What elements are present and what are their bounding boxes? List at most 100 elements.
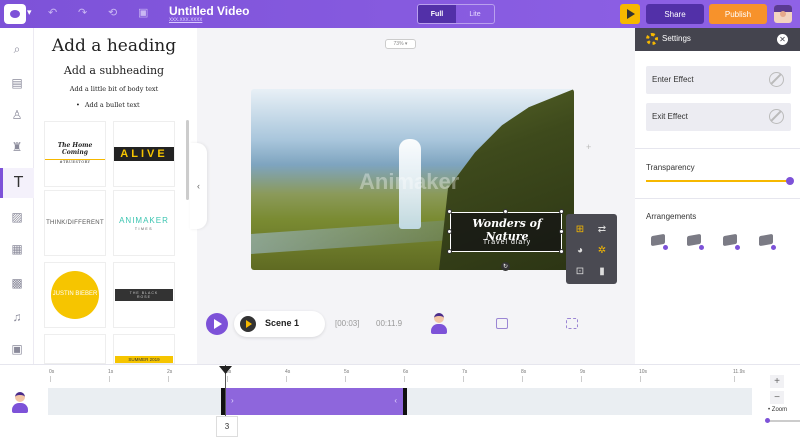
- undo-icon[interactable]: ↶: [48, 6, 57, 19]
- timeline-clip[interactable]: › ‹: [221, 388, 407, 415]
- ruler-tick: [640, 376, 641, 382]
- text-template-alive[interactable]: ALIVE: [113, 121, 175, 187]
- exit-effect-label: Exit Effect: [652, 112, 688, 121]
- text-template-home-coming[interactable]: The Home Coming #TRUESTORY: [44, 121, 106, 187]
- text-template-black-rose[interactable]: THE BLACK ROSE: [113, 262, 175, 328]
- palette-icon[interactable]: ◕: [573, 243, 587, 257]
- resize-handle[interactable]: [447, 249, 452, 254]
- template-text: THINK/DIFFERENT: [46, 220, 104, 226]
- ruler-tick-label: 8s: [521, 369, 527, 375]
- delete-icon[interactable]: ▮: [595, 264, 609, 278]
- zoom-out-button[interactable]: −: [770, 391, 784, 404]
- history-icon[interactable]: ⟲: [108, 6, 117, 19]
- settings-header: Settings ✕: [635, 28, 800, 51]
- top-bar: ▾ ↶ ↷ ⟲ ▣ Untitled Video xxx.xxx.xxxx Fu…: [0, 0, 800, 28]
- template-subtext: TIMES: [134, 226, 154, 231]
- video-title[interactable]: Untitled Video: [169, 4, 249, 18]
- transparency-slider[interactable]: [646, 180, 791, 182]
- ruler-tick-label: 0s: [49, 369, 55, 375]
- animaker-logo[interactable]: [4, 4, 26, 24]
- fit-screen-icon[interactable]: [566, 318, 578, 329]
- add-bullet-item[interactable]: Add a bullet text: [76, 101, 140, 109]
- ruler-tick: [734, 376, 735, 382]
- exit-effect-row[interactable]: Exit Effect: [646, 103, 791, 131]
- mode-lite-button[interactable]: Lite: [456, 5, 494, 23]
- text-template-partial[interactable]: [44, 334, 106, 364]
- scene-duration: 00:11.9: [376, 319, 403, 328]
- zoom-in-button[interactable]: +: [770, 375, 784, 388]
- add-heading-item[interactable]: Add a heading: [34, 36, 194, 56]
- text-template-yellow-banner[interactable]: SUMMER 2019: [113, 334, 175, 364]
- transparency-slider-knob[interactable]: [786, 177, 794, 185]
- enter-effect-row[interactable]: Enter Effect: [646, 66, 791, 94]
- text-template-animaker[interactable]: ANIMAKER TIMES: [113, 190, 175, 256]
- music-icon[interactable]: ♫: [0, 302, 34, 332]
- ruler-tick: [50, 376, 51, 382]
- character-icon[interactable]: ♙: [0, 100, 34, 130]
- mode-toggle: Full Lite: [417, 4, 495, 24]
- templates-icon[interactable]: ▤: [0, 68, 34, 98]
- lock-icon[interactable]: ⊡: [573, 264, 587, 278]
- publish-button[interactable]: Publish: [709, 4, 767, 24]
- no-effect-icon[interactable]: [769, 72, 784, 87]
- video-icon[interactable]: ▣: [0, 334, 34, 364]
- text-template-think-different[interactable]: THINK/DIFFERENT: [44, 190, 106, 256]
- share-button[interactable]: Share: [646, 4, 704, 24]
- scene-play-icon[interactable]: [240, 316, 256, 332]
- resize-handle[interactable]: [559, 229, 564, 234]
- panel-scrollbar[interactable]: [186, 120, 189, 200]
- search-icon[interactable]: ⌕: [0, 34, 34, 64]
- user-avatar[interactable]: [774, 5, 792, 23]
- text-overlay[interactable]: Wonders of Nature Travel diary: [450, 212, 562, 252]
- scene-transition-icon[interactable]: [496, 318, 508, 329]
- resize-handle[interactable]: [559, 209, 564, 214]
- properties-icon[interactable]: ♜: [0, 132, 34, 162]
- zoom-label-text: Zoom: [771, 407, 788, 413]
- bg-icon[interactable]: ▨: [0, 202, 34, 232]
- video-subtitle-link[interactable]: xxx.xxx.xxxx: [169, 17, 202, 23]
- charts-icon[interactable]: ▦: [0, 234, 34, 264]
- resize-handle[interactable]: [503, 209, 508, 214]
- scene-selector[interactable]: Scene 1: [234, 311, 325, 337]
- collapse-panel-button[interactable]: ‹: [190, 143, 207, 229]
- clip-end-arrow-icon[interactable]: ‹: [394, 396, 397, 405]
- close-icon[interactable]: ✕: [777, 34, 788, 45]
- overlay-subtitle[interactable]: Travel diary: [451, 239, 563, 246]
- template-subtext: #TRUESTORY: [45, 158, 105, 165]
- bring-forward-icon[interactable]: [650, 233, 668, 250]
- rotate-handle-icon[interactable]: ↻: [501, 262, 510, 271]
- images-icon[interactable]: ▩: [0, 268, 34, 298]
- redo-icon[interactable]: ↷: [78, 6, 87, 19]
- text-template-justin-bieber[interactable]: JUSTIN BIEBER: [44, 262, 106, 328]
- text-tool-icon[interactable]: T: [0, 168, 34, 198]
- animate-icon[interactable]: ⊞: [573, 222, 587, 236]
- swap-icon[interactable]: ⇄: [595, 222, 609, 236]
- ruler-tick-label: 10s: [639, 369, 648, 375]
- ruler-tick-label: 6s: [403, 369, 409, 375]
- bring-to-front-icon[interactable]: [722, 233, 740, 250]
- resize-handle[interactable]: [447, 209, 452, 214]
- mode-full-button[interactable]: Full: [418, 5, 456, 23]
- ruler-tick: [522, 376, 523, 382]
- scene-label: Scene 1: [265, 318, 300, 328]
- settings-panel: Settings ✕ Enter Effect Exit Effect Tran…: [635, 28, 800, 364]
- add-body-text-item[interactable]: Add a little bit of body text: [34, 85, 194, 93]
- divider: [635, 148, 800, 149]
- zoom-slider[interactable]: [765, 418, 800, 423]
- send-backward-icon[interactable]: [686, 233, 704, 250]
- settings-gear-icon[interactable]: ✲: [595, 243, 609, 257]
- resize-handle[interactable]: [559, 249, 564, 254]
- save-icon[interactable]: ▣: [138, 6, 148, 19]
- send-to-back-icon[interactable]: [758, 233, 776, 250]
- canvas-zoom-select[interactable]: 73% ▾: [385, 39, 416, 49]
- character-avatar-icon[interactable]: [430, 313, 448, 335]
- chevron-down-icon[interactable]: ▾: [27, 7, 32, 18]
- add-subheading-item[interactable]: Add a subheading: [34, 64, 194, 77]
- play-video-button[interactable]: [206, 313, 228, 335]
- resize-handle[interactable]: [447, 229, 452, 234]
- enter-effect-label: Enter Effect: [652, 75, 694, 84]
- preview-play-button[interactable]: [620, 4, 640, 24]
- clip-start-arrow-icon[interactable]: ›: [231, 396, 234, 405]
- no-effect-icon[interactable]: [769, 109, 784, 124]
- transparency-label: Transparency: [646, 163, 695, 172]
